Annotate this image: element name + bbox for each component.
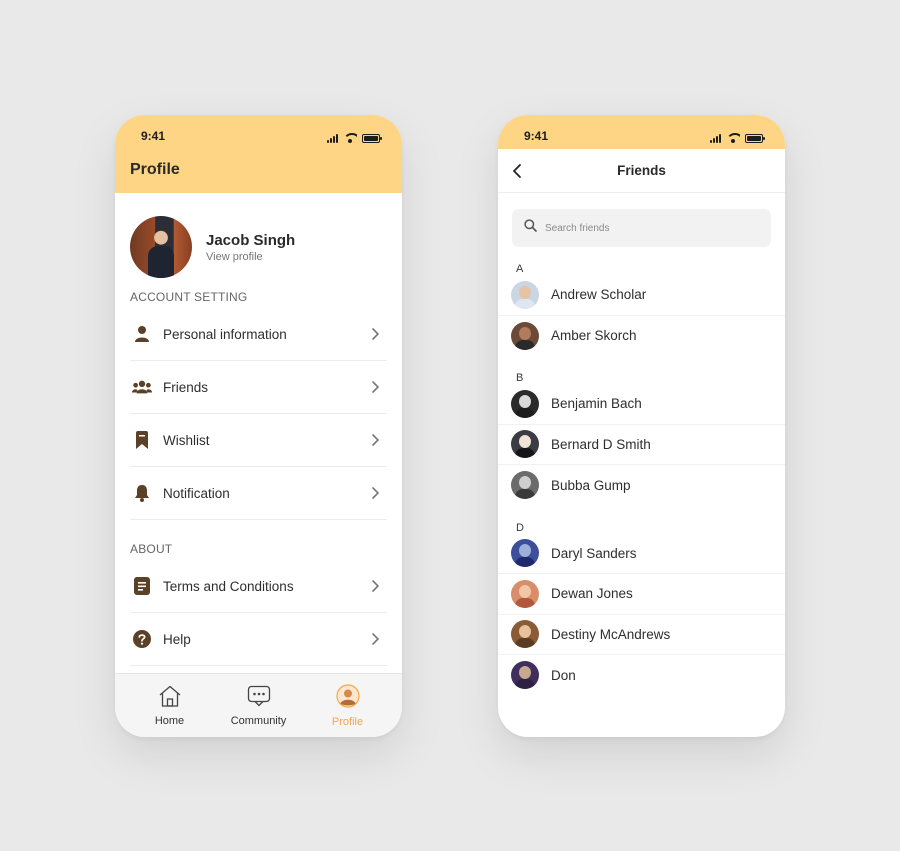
menu-item-friends[interactable]: Friends <box>130 361 387 414</box>
status-time: 9:41 <box>141 129 166 143</box>
friend-name: Destiny McAndrews <box>551 626 671 642</box>
friend-row[interactable]: Amber Skorch <box>498 316 785 357</box>
friend-name: Daryl Sanders <box>551 545 637 561</box>
chevron-right-icon <box>367 326 383 342</box>
signal-icon <box>710 133 721 143</box>
friend-name: Andrew Scholar <box>551 287 647 303</box>
menu-item-label: Terms and Conditions <box>163 578 294 594</box>
avatar <box>511 430 539 459</box>
bottom-tab-bar: Home Community Profile <box>115 673 402 737</box>
group-b: B Benjamin Bach Bernard D Smith Bubba Gu… <box>498 372 785 506</box>
wifi-icon <box>726 133 740 143</box>
friend-name: Don <box>551 667 576 683</box>
wifi-icon <box>343 133 357 143</box>
help-icon <box>132 629 152 649</box>
menu-item-label: Friends <box>163 379 209 395</box>
group-letter: B <box>516 372 524 384</box>
tab-community[interactable]: Community <box>219 685 299 727</box>
chevron-right-icon <box>367 485 383 501</box>
avatar <box>511 661 539 690</box>
friends-status-area: 9:41 <box>498 115 785 149</box>
profile-icon <box>335 683 360 713</box>
avatar <box>511 579 539 608</box>
friend-name: Amber Skorch <box>551 328 637 344</box>
menu-item-label: Personal information <box>163 326 287 342</box>
tab-label: Home <box>154 714 185 727</box>
nav-bar: Friends <box>498 149 785 193</box>
status-bar: 9:41 <box>115 115 402 149</box>
chat-icon <box>247 685 271 712</box>
friend-row[interactable]: Bernard D Smith <box>498 425 785 465</box>
menu-item-wishlist[interactable]: Wishlist <box>130 414 387 467</box>
search-input[interactable] <box>545 222 745 234</box>
page-title: Friends <box>617 163 666 178</box>
status-icons <box>710 133 765 143</box>
user-name: Jacob Singh <box>206 231 296 249</box>
chevron-right-icon <box>367 432 383 448</box>
bookmark-icon <box>132 430 152 450</box>
bell-icon <box>132 483 152 503</box>
avatar <box>511 280 539 309</box>
avatar <box>511 539 539 568</box>
page-title: Profile <box>130 161 180 178</box>
chevron-right-icon <box>367 578 383 594</box>
friend-row[interactable]: Don <box>498 655 785 696</box>
document-icon <box>132 576 152 596</box>
menu-item-terms-and-conditions[interactable]: Terms and Conditions <box>130 560 387 613</box>
chevron-right-icon <box>367 631 383 647</box>
profile-header: 9:41 Profile <box>115 115 402 193</box>
menu-item-personal-information[interactable]: Personal information <box>130 308 387 361</box>
friend-name: Bernard D Smith <box>551 436 651 452</box>
menu-item-label: Help <box>163 631 191 647</box>
friend-row[interactable]: Andrew Scholar <box>498 275 785 316</box>
avatar <box>511 389 539 418</box>
search-bar[interactable] <box>512 209 771 247</box>
status-bar: 9:41 <box>498 115 785 149</box>
avatar <box>130 216 192 278</box>
tab-label: Community <box>230 714 287 727</box>
back-arrow-icon[interactable] <box>510 163 526 179</box>
tab-home[interactable]: Home <box>130 685 210 727</box>
status-time: 9:41 <box>524 129 549 143</box>
group-letter: D <box>516 521 524 534</box>
battery-icon <box>362 133 382 143</box>
friends-screen: 9:41 Friends A Andrew Scholar <box>498 115 785 737</box>
profile-screen: 9:41 Profile Jacob Singh View profile AC… <box>115 115 402 737</box>
menu-item-help[interactable]: Help <box>130 613 387 666</box>
search-icon <box>524 219 537 237</box>
friend-name: Dewan Jones <box>551 586 633 602</box>
user-card[interactable]: Jacob Singh View profile <box>115 193 402 286</box>
friend-name: Benjamin Bach <box>551 396 642 412</box>
friend-name: Bubba Gump <box>551 477 631 493</box>
home-icon <box>158 685 182 712</box>
person-icon <box>132 324 152 344</box>
account-setting-label: ACCOUNT SETTING <box>130 290 248 304</box>
signal-icon <box>327 133 338 143</box>
avatar <box>511 620 539 649</box>
battery-icon <box>745 133 765 143</box>
friend-row[interactable]: Daryl Sanders <box>498 534 785 574</box>
menu-item-label: Notification <box>163 485 230 501</box>
group-icon <box>132 377 152 397</box>
group-d: D Daryl Sanders Dewan Jones Destiny McAn… <box>498 522 785 696</box>
chevron-right-icon <box>367 379 383 395</box>
avatar <box>511 321 539 350</box>
account-menu: Personal information Friends Wishlist No… <box>115 308 402 520</box>
avatar <box>511 471 539 500</box>
status-icons <box>327 133 382 143</box>
tab-profile[interactable]: Profile <box>308 683 388 728</box>
menu-item-notification[interactable]: Notification <box>130 467 387 520</box>
friend-row[interactable]: Destiny McAndrews <box>498 615 785 655</box>
view-profile-link[interactable]: View profile <box>206 251 295 263</box>
friends-list: A Andrew Scholar Amber Skorch B Benjamin… <box>498 263 785 696</box>
group-a: A Andrew Scholar Amber Skorch <box>498 263 785 356</box>
friend-row[interactable]: Bubba Gump <box>498 465 785 506</box>
tab-label: Profile <box>331 715 364 728</box>
friend-row[interactable]: Benjamin Bach <box>498 384 785 425</box>
friend-row[interactable]: Dewan Jones <box>498 574 785 615</box>
about-label: ABOUT <box>130 542 173 556</box>
group-letter: A <box>516 263 524 275</box>
menu-item-label: Wishlist <box>163 432 210 448</box>
about-menu: Terms and Conditions Help <box>115 560 402 666</box>
